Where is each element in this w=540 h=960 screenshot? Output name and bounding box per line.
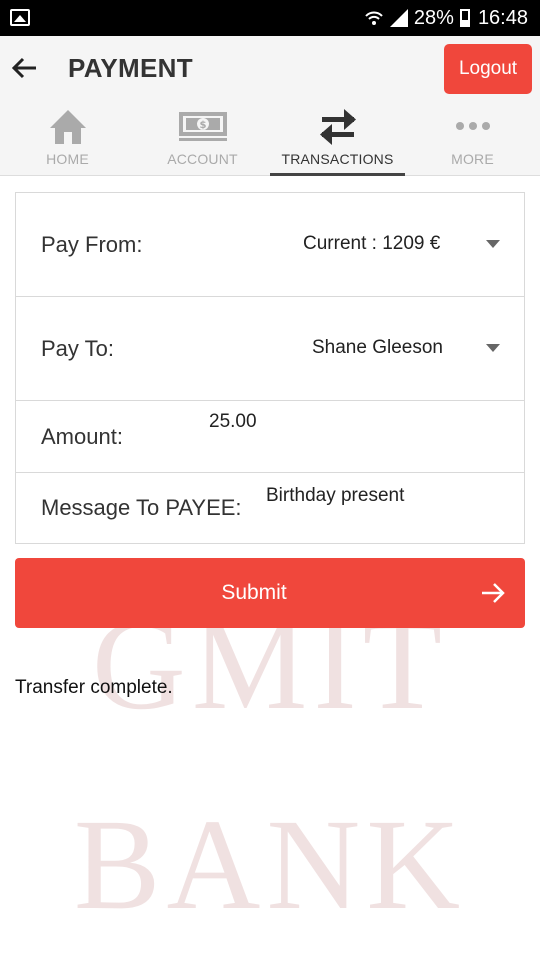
chevron-down-icon — [486, 240, 500, 248]
message-field[interactable]: Message To PAYEE: Birthday present — [16, 473, 524, 543]
tab-bar: HOME $ ACCOUNT TRANSACTIONS MORE — [0, 100, 540, 176]
status-bar: 28% 16:48 — [0, 0, 540, 36]
signal-icon — [389, 9, 408, 27]
svg-text:$: $ — [199, 120, 206, 131]
tab-home[interactable]: HOME — [0, 100, 135, 176]
back-arrow-icon[interactable] — [8, 50, 44, 86]
tab-account-label: ACCOUNT — [167, 151, 238, 167]
pay-from-value: Current : 1209 € — [303, 233, 441, 254]
status-right: 28% 16:48 — [364, 0, 528, 36]
gallery-notification-icon — [10, 9, 30, 26]
pay-from-label: Pay From: — [41, 232, 143, 257]
pay-to-value: Shane Gleeson — [312, 337, 443, 358]
battery-percent: 28% — [413, 6, 454, 29]
cash-icon: $ — [178, 112, 227, 141]
logout-button[interactable]: Logout — [444, 44, 532, 94]
tab-more[interactable]: MORE — [405, 100, 540, 176]
app-bar: PAYMENT Logout — [0, 36, 540, 100]
more-dots-icon — [455, 122, 490, 130]
page-title: PAYMENT — [68, 53, 193, 83]
home-icon — [49, 110, 86, 144]
submit-button[interactable]: Submit — [15, 558, 525, 628]
tab-transactions[interactable]: TRANSACTIONS — [270, 100, 405, 176]
arrow-right-icon — [482, 583, 505, 603]
watermark-bank: BANK — [73, 793, 467, 937]
tab-more-label: MORE — [451, 151, 494, 167]
chevron-down-icon — [486, 344, 500, 352]
pay-to-label: Pay To: — [41, 336, 114, 361]
battery-icon — [459, 9, 470, 27]
tab-home-label: HOME — [46, 151, 89, 167]
pay-from-select[interactable]: Pay From: Current : 1209 € — [16, 193, 524, 297]
submit-label: Submit — [221, 581, 287, 604]
amount-input[interactable]: 25.00 — [209, 411, 257, 433]
pay-to-select[interactable]: Pay To: Shane Gleeson — [16, 297, 524, 401]
tab-account[interactable]: $ ACCOUNT — [135, 100, 270, 176]
amount-field[interactable]: Amount: 25.00 — [16, 401, 524, 473]
message-input[interactable]: Birthday present — [266, 485, 404, 507]
wifi-icon — [365, 11, 383, 25]
transfer-status-message: Transfer complete. — [15, 677, 173, 698]
payment-form: Pay From: Current : 1209 € Pay To: Shane… — [15, 192, 525, 544]
clock: 16:48 — [477, 6, 528, 29]
swap-arrows-icon — [319, 109, 356, 145]
amount-label: Amount: — [41, 424, 123, 449]
tab-transactions-label: TRANSACTIONS — [281, 151, 394, 167]
message-label: Message To PAYEE: — [41, 495, 242, 520]
